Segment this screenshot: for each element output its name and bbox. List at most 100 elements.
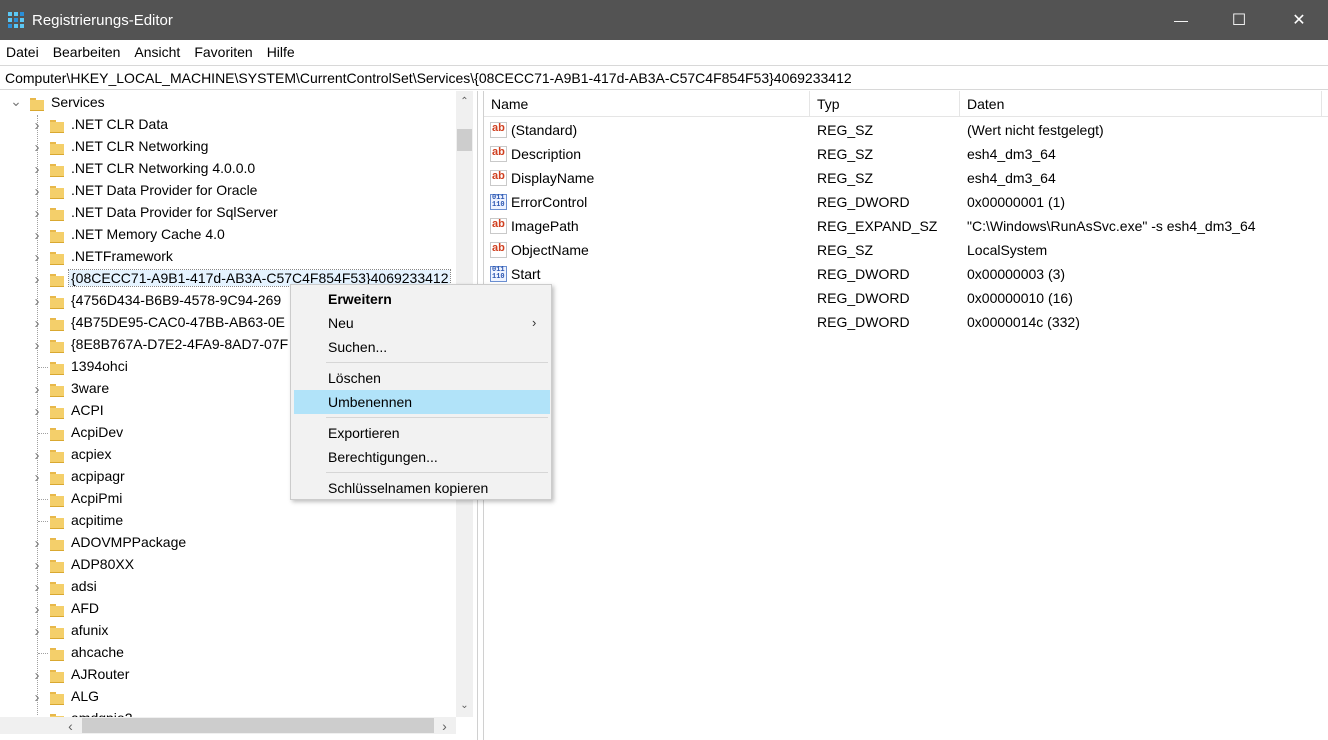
minimize-button[interactable]: — bbox=[1152, 0, 1210, 40]
string-value-glyph: ab bbox=[492, 242, 505, 254]
ctx-delete[interactable]: Löschen bbox=[294, 366, 550, 390]
menu-ansicht[interactable]: Ansicht bbox=[127, 44, 187, 60]
folder-icon bbox=[50, 536, 64, 551]
tree-item[interactable]: › ALG bbox=[0, 686, 456, 708]
expand-arrow-icon[interactable]: › bbox=[31, 205, 43, 222]
tree-item[interactable]: › ADOVMPPackage bbox=[0, 532, 456, 554]
expand-arrow-icon[interactable]: › bbox=[31, 623, 43, 640]
scroll-up-icon[interactable]: ⌃ bbox=[456, 93, 473, 110]
expand-arrow-icon[interactable]: › bbox=[31, 403, 43, 420]
expand-arrow-icon[interactable]: › bbox=[31, 249, 43, 266]
expand-arrow-icon[interactable]: › bbox=[31, 601, 43, 618]
window-title: Registrierungs-Editor bbox=[32, 11, 173, 29]
string-value-glyph: ab bbox=[492, 218, 505, 230]
folder-icon bbox=[50, 272, 64, 287]
expand-arrow-icon[interactable]: › bbox=[31, 469, 43, 486]
string-value-icon: ab bbox=[490, 218, 507, 234]
tree-item[interactable]: ahcache bbox=[0, 642, 456, 664]
menu-hilfe[interactable]: Hilfe bbox=[260, 44, 302, 60]
expand-arrow-icon[interactable]: › bbox=[31, 381, 43, 398]
expand-arrow-icon[interactable]: › bbox=[31, 227, 43, 244]
expand-arrow-icon[interactable]: › bbox=[31, 139, 43, 156]
ctx-rename[interactable]: Umbenennen bbox=[294, 390, 550, 414]
value-row[interactable]: 011 110REG_DWORD0x00000010 (16) bbox=[484, 286, 1328, 310]
column-data-header[interactable]: Daten bbox=[960, 91, 1322, 117]
menu-favoriten[interactable]: Favoriten bbox=[187, 44, 259, 60]
tree-item-label: .NET CLR Data bbox=[71, 116, 168, 132]
tree-item[interactable]: › .NET CLR Data bbox=[0, 114, 456, 136]
value-type: REG_EXPAND_SZ bbox=[817, 218, 938, 234]
expand-arrow-icon[interactable]: › bbox=[31, 183, 43, 200]
menu-bearbeiten[interactable]: Bearbeiten bbox=[46, 44, 128, 60]
folder-icon bbox=[50, 646, 64, 661]
tree-item[interactable]: › AJRouter bbox=[0, 664, 456, 686]
tree-item[interactable]: › ADP80XX bbox=[0, 554, 456, 576]
context-menu: Erweitern Neu › Suchen... Löschen Umbene… bbox=[290, 284, 552, 500]
tree-horizontal-scrollbar[interactable]: ‹ › bbox=[0, 717, 456, 734]
value-row[interactable]: ab ObjectName REG_SZ LocalSystem bbox=[484, 238, 1328, 262]
tree-item[interactable]: › .NET Data Provider for Oracle bbox=[0, 180, 456, 202]
scroll-left-icon[interactable]: ‹ bbox=[62, 717, 79, 734]
expand-arrow-icon[interactable]: › bbox=[31, 293, 43, 310]
scroll-down-icon[interactable]: ⌄ bbox=[456, 697, 473, 714]
tree-item-label: ahcache bbox=[71, 644, 124, 660]
expand-arrow-icon[interactable]: › bbox=[31, 557, 43, 574]
tree-item[interactable]: › AFD bbox=[0, 598, 456, 620]
value-row[interactable]: ab DisplayName REG_SZ esh4_dm3_64 bbox=[484, 166, 1328, 190]
value-data: (Wert nicht festgelegt) bbox=[967, 122, 1104, 138]
collapse-arrow-icon[interactable]: ⌄ bbox=[10, 93, 22, 109]
string-value-glyph: ab bbox=[492, 146, 505, 158]
address-bar[interactable]: Computer\HKEY_LOCAL_MACHINE\SYSTEM\Curre… bbox=[0, 65, 1328, 90]
column-name-header[interactable]: Name bbox=[484, 91, 810, 117]
expand-arrow-icon[interactable]: › bbox=[31, 271, 43, 288]
menu-datei[interactable]: Datei bbox=[0, 44, 46, 60]
tree-item[interactable]: › afunix bbox=[0, 620, 456, 642]
tree-root-services[interactable]: ⌄ Services bbox=[0, 92, 456, 114]
expand-arrow-icon[interactable]: › bbox=[31, 535, 43, 552]
expand-arrow-icon[interactable]: › bbox=[31, 161, 43, 178]
value-name: Description bbox=[511, 146, 582, 162]
value-row[interactable]: ab ImagePath REG_EXPAND_SZ "C:\Windows\RunA… bbox=[484, 214, 1328, 238]
tree-item[interactable]: › adsi bbox=[0, 576, 456, 598]
tree-item-label: ADP80XX bbox=[71, 556, 135, 572]
tree-item-label: .NET CLR Networking bbox=[71, 138, 209, 154]
tree-item[interactable]: acpitime bbox=[0, 510, 456, 532]
expand-arrow-icon[interactable]: › bbox=[31, 337, 43, 354]
tree-item[interactable]: › .NET CLR Networking bbox=[0, 136, 456, 158]
ctx-new[interactable]: Neu › bbox=[294, 311, 550, 335]
minimize-icon: — bbox=[1174, 12, 1188, 28]
expand-arrow-icon[interactable]: › bbox=[31, 315, 43, 332]
tree-item-label: AcpiPmi bbox=[71, 490, 123, 506]
expand-arrow-icon[interactable]: › bbox=[31, 667, 43, 684]
value-row[interactable]: 011 110 Start REG_DWORD 0x00000003 (3) bbox=[484, 262, 1328, 286]
horizontal-scroll-thumb[interactable] bbox=[82, 718, 434, 733]
expand-arrow-icon[interactable]: › bbox=[31, 117, 43, 134]
ctx-separator bbox=[326, 362, 548, 363]
expand-arrow-icon[interactable]: › bbox=[31, 689, 43, 706]
column-data-label: Daten bbox=[967, 96, 1005, 112]
maximize-button[interactable]: ☐ bbox=[1210, 0, 1268, 40]
ctx-copy-key-name[interactable]: Schlüsselnamen kopieren bbox=[294, 476, 550, 500]
column-type-label: Typ bbox=[817, 96, 840, 112]
scroll-thumb[interactable] bbox=[457, 129, 472, 151]
expand-arrow-icon[interactable]: › bbox=[31, 579, 43, 596]
column-type-header[interactable]: Typ bbox=[810, 91, 960, 117]
folder-icon bbox=[50, 250, 64, 265]
tree-item[interactable]: › .NETFramework bbox=[0, 246, 456, 268]
tree-item[interactable]: › .NET CLR Networking 4.0.0.0 bbox=[0, 158, 456, 180]
ctx-permissions[interactable]: Berechtigungen... bbox=[294, 445, 550, 469]
value-row[interactable]: ab Description REG_SZ esh4_dm3_64 bbox=[484, 142, 1328, 166]
scroll-right-icon[interactable]: › bbox=[436, 717, 453, 734]
ctx-export[interactable]: Exportieren bbox=[294, 421, 550, 445]
column-name-label: Name bbox=[491, 96, 529, 112]
tree-item[interactable]: › .NET Memory Cache 4.0 bbox=[0, 224, 456, 246]
value-row[interactable]: 011 11064REG_DWORD0x0000014c (332) bbox=[484, 310, 1328, 334]
ctx-expand[interactable]: Erweitern bbox=[294, 287, 550, 311]
expand-arrow-icon[interactable]: › bbox=[31, 447, 43, 464]
value-row[interactable]: 011 110 ErrorControl REG_DWORD 0x00000001 (… bbox=[484, 190, 1328, 214]
folder-icon bbox=[50, 360, 64, 375]
close-button[interactable]: ✕ bbox=[1270, 0, 1328, 40]
ctx-find[interactable]: Suchen... bbox=[294, 335, 550, 359]
value-row[interactable]: ab (Standard) REG_SZ (Wert nicht festgelegt… bbox=[484, 118, 1328, 142]
tree-item[interactable]: › .NET Data Provider for SqlServer bbox=[0, 202, 456, 224]
